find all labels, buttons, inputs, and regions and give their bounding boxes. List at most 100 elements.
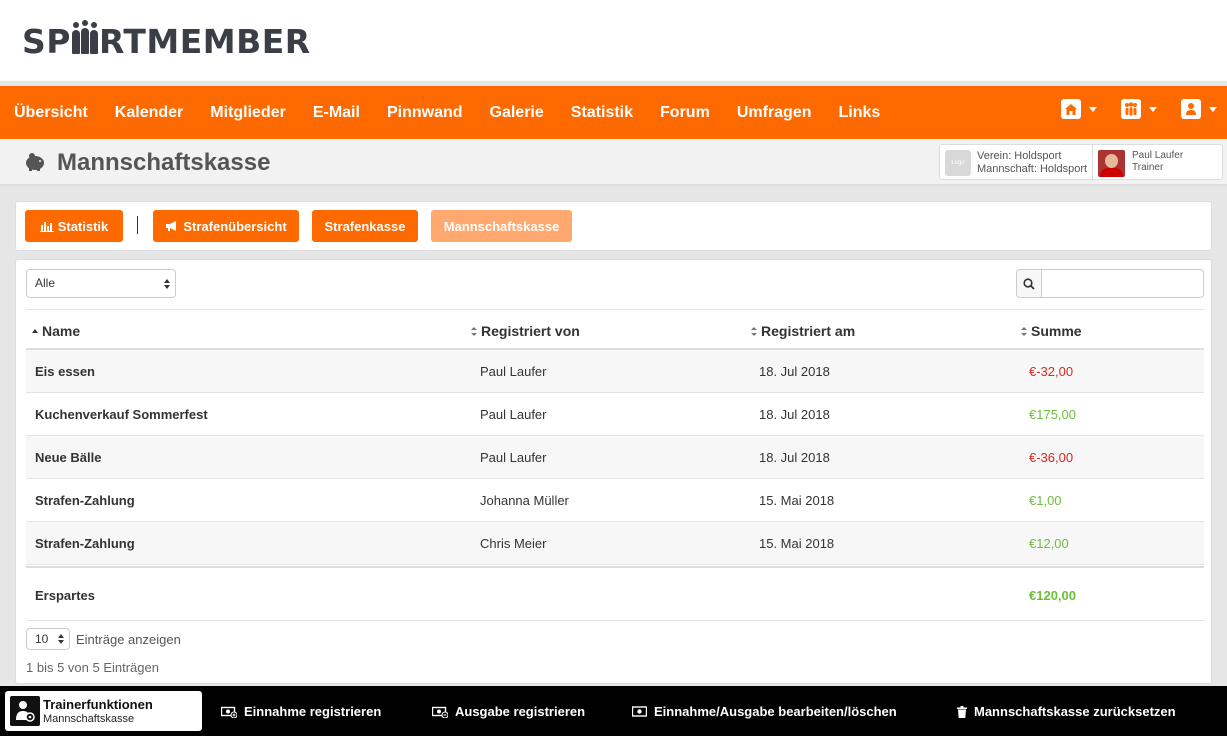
- divider: [1092, 145, 1093, 181]
- divider: [137, 216, 138, 234]
- chevron-down-icon: [1149, 106, 1157, 112]
- row-name: Neue Bälle: [35, 450, 102, 465]
- register-expense-button[interactable]: Ausgabe registrieren: [432, 704, 585, 719]
- logo-figures-icon: [71, 20, 98, 54]
- logo-prefix: SP: [22, 21, 71, 61]
- team-menu[interactable]: [1121, 99, 1157, 119]
- entries-per-page-label: Einträge anzeigen: [76, 631, 181, 647]
- row-registriert-am: 18. Jul 2018: [759, 407, 830, 422]
- table-header: Name Registriert von Registriert am Summ…: [26, 309, 1204, 350]
- club-info-box: Logo Verein: Holdsport Mannschaft: Holds…: [939, 144, 1223, 181]
- length-control: 10 Einträge anzeigen: [26, 628, 181, 650]
- sort-icon: [751, 326, 757, 336]
- money-minus-icon: [432, 706, 448, 718]
- edit-delete-button[interactable]: Einnahme/Ausgabe bearbeiten/löschen: [632, 704, 897, 719]
- table-row[interactable]: Neue Bälle Paul Laufer 18. Jul 2018 €-36…: [26, 436, 1204, 479]
- select-arrows-icon: [164, 279, 170, 289]
- tab-mannschaftskasse[interactable]: Mannschaftskasse: [431, 210, 572, 242]
- nav-item-umfragen[interactable]: Umfragen: [737, 104, 812, 122]
- nav-item-pinnwand[interactable]: Pinnwand: [387, 104, 463, 122]
- table-row[interactable]: Eis essen Paul Laufer 18. Jul 2018 €-32,…: [26, 350, 1204, 393]
- row-name: Eis essen: [35, 364, 95, 379]
- club-mannschaft: Mannschaft: Holdsport: [977, 163, 1088, 175]
- total-label: Erspartes: [35, 588, 95, 603]
- entries-per-page-value: 10: [35, 632, 49, 646]
- sort-icon: [1021, 326, 1027, 336]
- trainer-toolbar: Trainerfunktionen Mannschaftskasse Einna…: [0, 686, 1227, 736]
- register-income-label: Einnahme registrieren: [244, 704, 382, 719]
- filter-select[interactable]: Alle: [26, 269, 176, 298]
- table-total-row: Erspartes €120,00: [26, 566, 1204, 621]
- brand-bar: SP RTMEMBER: [0, 0, 1227, 81]
- trainer-icon: [10, 696, 40, 726]
- column-header-name[interactable]: Name: [32, 323, 80, 339]
- trainer-title: Trainerfunktionen: [43, 697, 153, 712]
- avatar[interactable]: [1098, 150, 1125, 177]
- tab-strafenkasse-label: Strafenkasse: [324, 218, 406, 234]
- page-title: Mannschaftskasse: [57, 149, 271, 176]
- row-summe: €-32,00: [1029, 364, 1074, 379]
- nav-item-kalender[interactable]: Kalender: [115, 104, 183, 122]
- row-summe: €12,00: [1029, 536, 1069, 551]
- nav-item-forum[interactable]: Forum: [660, 104, 710, 122]
- chevron-down-icon: [1209, 106, 1217, 112]
- register-income-button[interactable]: Einnahme registrieren: [221, 704, 381, 719]
- home-menu[interactable]: [1061, 99, 1097, 119]
- trainer-functions-button[interactable]: Trainerfunktionen Mannschaftskasse: [5, 691, 202, 731]
- table-row[interactable]: Kuchenverkauf Sommerfest Paul Laufer 18.…: [26, 393, 1204, 436]
- nav-item-links[interactable]: Links: [839, 104, 881, 122]
- nav-item-mitglieder[interactable]: Mitglieder: [210, 104, 286, 122]
- bar-chart-icon: [39, 222, 54, 232]
- chevron-down-icon: [1089, 106, 1097, 112]
- home-icon: [1061, 99, 1081, 119]
- user-menu[interactable]: [1181, 99, 1217, 119]
- column-header-summe[interactable]: Summe: [1021, 323, 1082, 339]
- club-verein: Verein: Holdsport: [977, 150, 1062, 162]
- select-arrows-icon: [58, 634, 64, 644]
- row-registriert-von: Paul Laufer: [480, 407, 547, 422]
- main-navbar: Übersicht Kalender Mitglieder E-Mail Pin…: [0, 86, 1227, 139]
- title-bar: Mannschaftskasse Logo Verein: Holdsport …: [0, 139, 1227, 186]
- megaphone-icon: [166, 221, 177, 231]
- register-expense-label: Ausgabe registrieren: [455, 704, 586, 719]
- entries-per-page-select[interactable]: 10: [26, 628, 70, 650]
- row-name: Strafen-Zahlung: [35, 493, 135, 508]
- filter-selected-value: Alle: [35, 276, 56, 290]
- piggy-bank-icon: [24, 152, 46, 177]
- nav-item-uebersicht[interactable]: Übersicht: [14, 104, 88, 122]
- club-logo[interactable]: Logo: [945, 150, 971, 176]
- search-button[interactable]: [1017, 270, 1042, 297]
- search-input[interactable]: [1042, 270, 1203, 297]
- tab-statistik[interactable]: Statistik: [25, 210, 123, 242]
- nav-item-statistik[interactable]: Statistik: [571, 104, 633, 122]
- row-registriert-am: 18. Jul 2018: [759, 450, 830, 465]
- row-name: Strafen-Zahlung: [35, 536, 135, 551]
- team-icon: [1121, 99, 1141, 119]
- tab-mannschaftskasse-label: Mannschaftskasse: [443, 218, 560, 234]
- tab-strafenuebersicht[interactable]: Strafenübersicht: [153, 210, 299, 242]
- total-summe: €120,00: [1029, 588, 1076, 603]
- user-icon: [1181, 99, 1201, 119]
- sort-ascending-icon: [32, 329, 38, 333]
- trainer-subtitle: Mannschaftskasse: [43, 713, 135, 725]
- tab-strafenkasse[interactable]: Strafenkasse: [312, 210, 418, 242]
- row-registriert-am: 15. Mai 2018: [759, 536, 835, 551]
- trash-icon: [957, 705, 967, 718]
- row-registriert-am: 18. Jul 2018: [759, 364, 830, 379]
- table-row[interactable]: Strafen-Zahlung Chris Meier 15. Mai 2018…: [26, 522, 1204, 565]
- nav-item-galerie[interactable]: Galerie: [490, 104, 544, 122]
- nav-item-email[interactable]: E-Mail: [313, 104, 360, 122]
- table-row[interactable]: Strafen-Zahlung Johanna Müller 15. Mai 2…: [26, 479, 1204, 522]
- sportmember-logo[interactable]: SP RTMEMBER: [22, 20, 311, 61]
- money-icon: [632, 706, 647, 717]
- tab-panel: Statistik Strafenübersicht Strafenkasse …: [15, 201, 1212, 251]
- row-summe: €175,00: [1029, 407, 1076, 422]
- column-header-registriert-am[interactable]: Registriert am: [751, 323, 855, 339]
- column-header-registriert-von[interactable]: Registriert von: [471, 323, 580, 339]
- row-summe: €-36,00: [1029, 450, 1074, 465]
- reset-cashbox-button[interactable]: Mannschaftskasse zurücksetzen: [957, 704, 1176, 719]
- user-role: Trainer: [1132, 162, 1164, 173]
- row-registriert-von: Chris Meier: [480, 536, 547, 551]
- table-panel: Alle Name Registriert von Registriert am…: [15, 259, 1212, 684]
- row-registriert-von: Paul Laufer: [480, 364, 547, 379]
